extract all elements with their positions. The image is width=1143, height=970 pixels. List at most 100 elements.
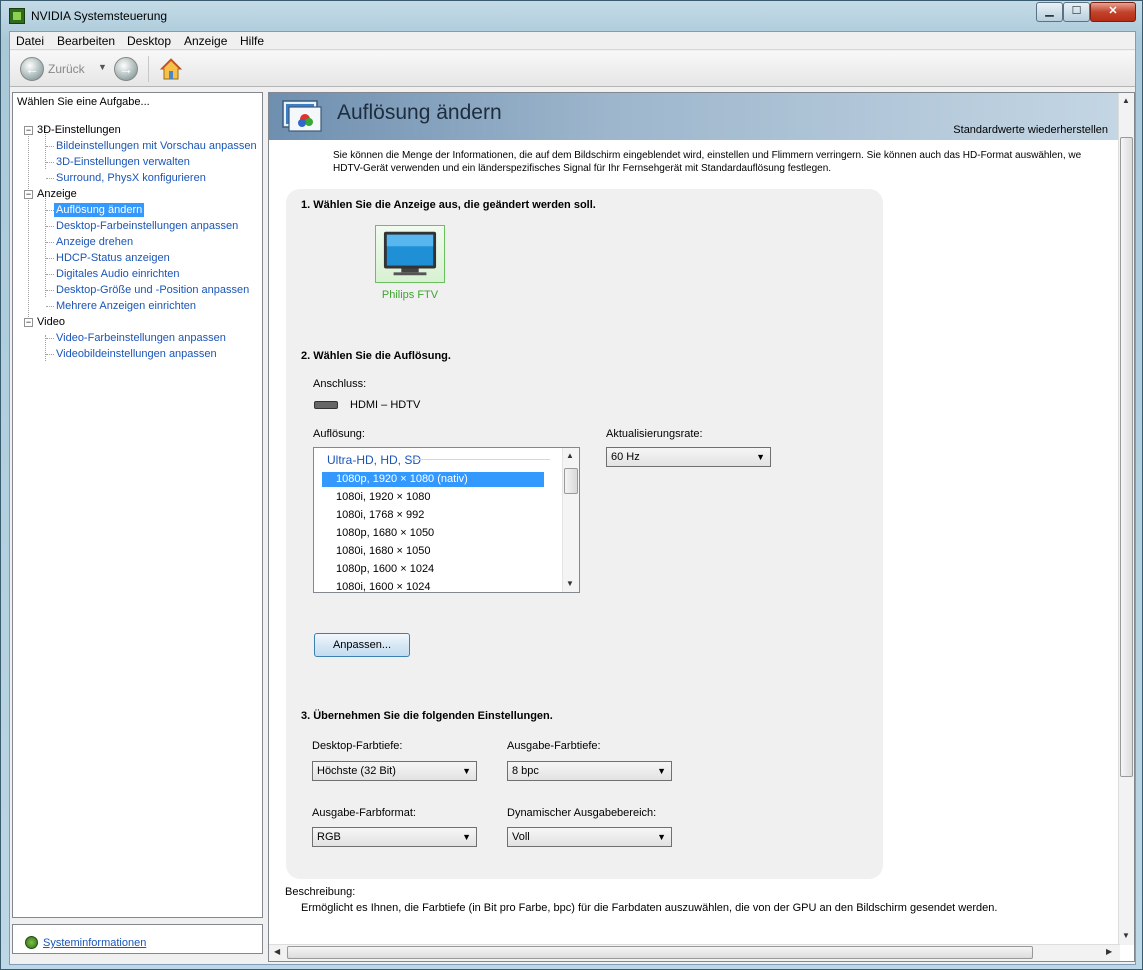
menu-hilfe[interactable]: Hilfe	[240, 34, 264, 48]
tree-item-desktop-farbe[interactable]: Desktop-Farbeinstellungen anpassen	[56, 219, 238, 233]
scroll-down-icon[interactable]: ▼	[566, 579, 574, 588]
connector-value: HDMI – HDTV	[350, 399, 421, 411]
tree-category-3d[interactable]: 3D-Einstellungen	[37, 123, 121, 137]
close-button[interactable]: ✕	[1090, 2, 1136, 22]
minimize-button[interactable]: ▁	[1036, 2, 1063, 22]
history-dropdown-icon[interactable]: ▼	[98, 62, 107, 72]
task-pane: Wählen Sie eine Aufgabe... − 3D-Einstell…	[12, 92, 263, 918]
resolution-group-header: Ultra-HD, HD, SD	[327, 453, 422, 467]
page-description: Sie können die Menge der Informationen, …	[333, 149, 1133, 175]
dynamic-range-label: Dynamischer Ausgabebereich:	[507, 807, 657, 819]
resolution-list-scrollbar[interactable]: ▲ ▼	[562, 448, 579, 592]
output-color-format-select[interactable]: RGB ▼	[312, 827, 477, 847]
content-pane: Auflösung ändern Standardwerte wiederher…	[268, 92, 1135, 962]
restore-defaults-link[interactable]: Standardwerte wiederherstellen	[953, 124, 1108, 136]
output-color-format-value: RGB	[317, 831, 341, 843]
collapse-anzeige-icon[interactable]: −	[24, 190, 33, 199]
window-title: NVIDIA Systemsteuerung	[31, 9, 168, 23]
menu-anzeige[interactable]: Anzeige	[184, 34, 227, 48]
display-name: Philips FTV	[381, 289, 439, 301]
desktop-color-depth-value: Höchste (32 Bit)	[317, 765, 396, 777]
sysinfo-panel: Systeminformationen	[12, 924, 263, 954]
tree-line	[28, 127, 29, 319]
tree-item-mehrere-anzeigen[interactable]: Mehrere Anzeigen einrichten	[56, 299, 196, 313]
refresh-rate-label: Aktualisierungsrate:	[606, 428, 703, 440]
chevron-down-icon: ▼	[756, 452, 765, 462]
refresh-rate-value: 60 Hz	[611, 451, 640, 463]
menu-desktop[interactable]: Desktop	[127, 34, 171, 48]
display-settings-icon	[282, 100, 322, 132]
output-color-depth-select[interactable]: 8 bpc ▼	[507, 761, 672, 781]
tree-item-desktop-groesse[interactable]: Desktop-Größe und -Position anpassen	[56, 283, 249, 297]
nvidia-info-icon	[25, 936, 38, 949]
step-3-heading: 3. Übernehmen Sie die folgenden Einstell…	[301, 710, 553, 722]
back-button-label[interactable]: Zurück	[48, 62, 85, 76]
home-icon[interactable]	[159, 57, 183, 81]
tree-item-videobild[interactable]: Videobildeinstellungen anpassen	[56, 347, 217, 361]
scroll-up-icon[interactable]: ▲	[566, 451, 574, 460]
systeminformationen-link[interactable]: Systeminformationen	[43, 937, 146, 949]
tree-line	[46, 290, 54, 291]
output-color-format-label: Ausgabe-Farbformat:	[312, 807, 416, 819]
description-line-2: HDTV-Gerät verwenden und ein länderspezi…	[333, 163, 832, 174]
resolution-option[interactable]: 1080i, 1768 × 992	[322, 508, 544, 523]
scroll-up-icon[interactable]: ▲	[1122, 96, 1130, 105]
menu-datei[interactable]: Datei	[16, 34, 44, 48]
refresh-rate-select[interactable]: 60 Hz ▼	[606, 447, 771, 467]
menu-bearbeiten[interactable]: Bearbeiten	[57, 34, 115, 48]
scroll-thumb[interactable]	[287, 946, 1033, 959]
maximize-button[interactable]: ☐	[1063, 2, 1090, 22]
scroll-right-icon[interactable]: ▶	[1106, 947, 1112, 956]
chevron-down-icon: ▼	[657, 832, 666, 842]
tree-line	[46, 354, 54, 355]
dynamic-range-select[interactable]: Voll ▼	[507, 827, 672, 847]
output-color-depth-label: Ausgabe-Farbtiefe:	[507, 740, 601, 752]
tree-category-anzeige[interactable]: Anzeige	[37, 187, 77, 201]
scroll-thumb[interactable]	[1120, 137, 1133, 777]
scroll-left-icon[interactable]: ◀	[274, 947, 280, 956]
scroll-thumb[interactable]	[564, 468, 578, 494]
display-tile[interactable]	[375, 225, 445, 283]
tree-line	[46, 242, 54, 243]
collapse-video-icon[interactable]: −	[24, 318, 33, 327]
nvidia-app-icon	[9, 8, 25, 24]
tree-item-anzeige-drehen[interactable]: Anzeige drehen	[56, 235, 133, 249]
tree-item-video-farbe[interactable]: Video-Farbeinstellungen anpassen	[56, 331, 226, 345]
description-line-1: Sie können die Menge der Informationen, …	[333, 150, 1082, 161]
tree-item-aufloesung[interactable]: Auflösung ändern	[54, 203, 145, 217]
tree-item-bildeinstellungen[interactable]: Bildeinstellungen mit Vorschau anpassen	[56, 139, 257, 153]
resolution-option[interactable]: 1080i, 1920 × 1080	[322, 490, 544, 505]
tree-line	[46, 162, 54, 163]
task-pane-header: Wählen Sie eine Aufgabe...	[17, 96, 150, 108]
dynamic-range-value: Voll	[512, 831, 530, 843]
tree-item-audio[interactable]: Digitales Audio einrichten	[56, 267, 180, 281]
content-horizontal-scrollbar[interactable]: ◀ ▶	[269, 944, 1120, 961]
customize-button[interactable]: Anpassen...	[314, 633, 410, 657]
forward-arrow-icon[interactable]: →	[114, 57, 138, 81]
resolution-option[interactable]: 1080p, 1680 × 1050	[322, 526, 544, 541]
menu-bar: Datei Bearbeiten Desktop Anzeige Hilfe	[10, 32, 1135, 50]
scroll-down-icon[interactable]: ▼	[1122, 931, 1130, 940]
tree-item-surround[interactable]: Surround, PhysX konfigurieren	[56, 171, 206, 185]
resolution-option[interactable]: 1080p, 1600 × 1024	[322, 562, 544, 577]
chevron-down-icon: ▼	[462, 766, 471, 776]
back-arrow-icon[interactable]: ←	[20, 57, 44, 81]
step-2-heading: 2. Wählen Sie die Auflösung.	[301, 350, 451, 362]
tree-line	[46, 178, 54, 179]
tree-item-3d-verwalten[interactable]: 3D-Einstellungen verwalten	[56, 155, 190, 169]
resolution-option[interactable]: 1080i, 1680 × 1050	[322, 544, 544, 559]
description-heading: Beschreibung:	[285, 886, 356, 898]
tree-category-video[interactable]: Video	[37, 315, 65, 329]
resolution-list[interactable]: Ultra-HD, HD, SD 1080p, 1920 × 1080 (nat…	[313, 447, 580, 593]
content-vertical-scrollbar[interactable]: ▲ ▼	[1118, 93, 1134, 945]
resolution-option[interactable]: 1080p, 1920 × 1080 (nativ)	[322, 472, 544, 487]
page-banner: Auflösung ändern Standardwerte wiederher…	[269, 93, 1120, 140]
description-text: Ermöglicht es Ihnen, die Farbtiefe (in B…	[301, 902, 998, 914]
resolution-label: Auflösung:	[313, 428, 365, 440]
collapse-3d-icon[interactable]: −	[24, 126, 33, 135]
desktop-color-depth-select[interactable]: Höchste (32 Bit) ▼	[312, 761, 477, 781]
tree-item-hdcp[interactable]: HDCP-Status anzeigen	[56, 251, 170, 265]
step-1-heading: 1. Wählen Sie die Anzeige aus, die geänd…	[301, 199, 596, 211]
tree-line	[46, 258, 54, 259]
resolution-option[interactable]: 1080i, 1600 × 1024	[322, 580, 544, 592]
